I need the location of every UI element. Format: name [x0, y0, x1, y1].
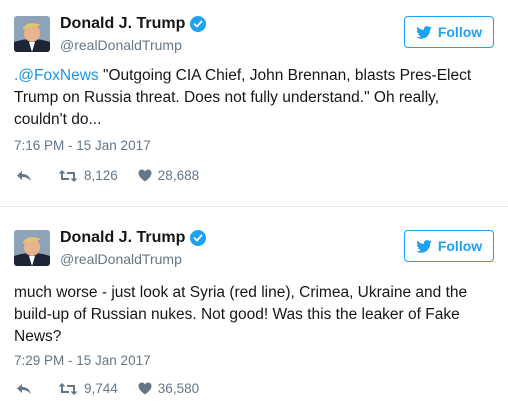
bird-icon	[416, 25, 432, 39]
tweet-card: Donald J. Trump @realDonaldTrump Follow …	[0, 212, 508, 409]
avatar[interactable]	[14, 16, 50, 52]
author-handle[interactable]: @realDonaldTrump	[60, 251, 182, 267]
retweet-icon	[58, 169, 78, 182]
like-count: 28,688	[157, 168, 200, 183]
tweet-text: much worse - just look at Syria (red lin…	[14, 282, 494, 348]
retweet-count: 8,126	[84, 168, 118, 183]
author-name[interactable]: Donald J. Trump	[60, 15, 185, 33]
author-name[interactable]: Donald J. Trump	[60, 229, 185, 247]
heart-icon	[138, 382, 152, 395]
author-line: Donald J. Trump	[60, 15, 207, 33]
verified-badge-icon	[190, 230, 207, 246]
like-button[interactable]: 28,688	[138, 168, 199, 183]
reply-button[interactable]	[16, 169, 32, 183]
verified-badge-icon	[190, 16, 207, 32]
retweet-button[interactable]: 8,126	[58, 168, 118, 183]
tweet-divider	[0, 206, 508, 207]
mention-link[interactable]: .@FoxNews	[14, 67, 99, 84]
reply-button[interactable]	[16, 382, 32, 396]
bird-icon	[416, 239, 432, 253]
author-handle[interactable]: @realDonaldTrump	[60, 37, 182, 53]
retweet-button[interactable]: 9,744	[58, 381, 118, 396]
reply-icon	[17, 170, 31, 181]
tweet-text: .@FoxNews "Outgoing CIA Chief, John Bren…	[14, 65, 494, 131]
like-count: 36,580	[157, 381, 200, 396]
heart-icon	[138, 169, 152, 182]
follow-button[interactable]: Follow	[404, 16, 494, 48]
retweet-count: 9,744	[84, 381, 118, 396]
tweet-actions: 8,126 28,688	[14, 168, 199, 183]
tweet-card: Donald J. Trump @realDonaldTrump Follow …	[0, 0, 508, 202]
tweet-timestamp[interactable]: 7:16 PM - 15 Jan 2017	[14, 138, 151, 153]
author-line: Donald J. Trump	[60, 229, 207, 247]
retweet-icon	[58, 382, 78, 395]
follow-label: Follow	[437, 238, 483, 254]
tweet-timestamp[interactable]: 7:29 PM - 15 Jan 2017	[14, 353, 151, 368]
follow-button[interactable]: Follow	[404, 230, 494, 262]
like-button[interactable]: 36,580	[138, 381, 199, 396]
reply-icon	[17, 383, 31, 394]
follow-label: Follow	[437, 24, 483, 40]
tweet-actions: 9,744 36,580	[14, 381, 199, 396]
avatar[interactable]	[14, 230, 50, 266]
tweet-body: much worse - just look at Syria (red lin…	[14, 284, 468, 345]
